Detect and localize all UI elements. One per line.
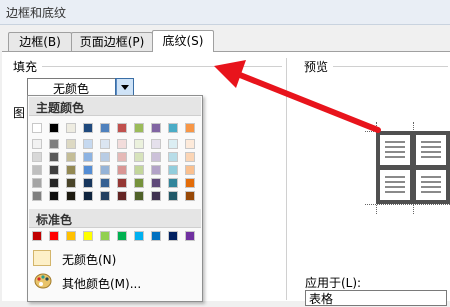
red-arrow-annotation (214, 60, 381, 133)
tab-shading[interactable]: 底纹(S) (152, 30, 214, 52)
